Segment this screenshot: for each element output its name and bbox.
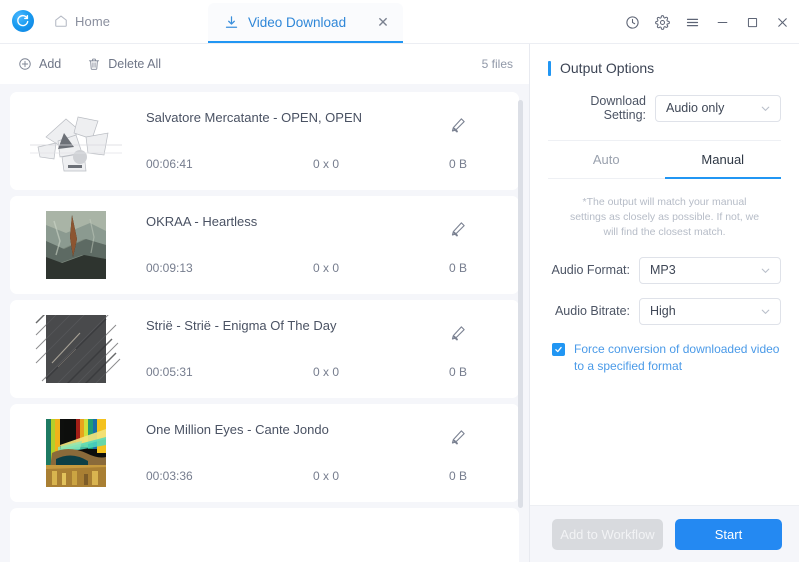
item-duration: 00:05:31 [146,365,193,379]
download-setting-select[interactable]: Audio only [655,94,781,122]
chevron-down-icon [759,102,772,115]
list-item[interactable] [10,508,519,562]
files-count-label: 5 files [481,57,513,71]
tab-video-download[interactable]: Video Download ✕ [208,3,403,43]
download-setting-label: Download Setting: [590,94,646,122]
history-icon[interactable] [624,14,640,30]
list-scrollbar-thumb[interactable] [518,100,523,508]
force-conversion-checkbox[interactable] [552,342,565,356]
list-item[interactable]: One Million Eyes - Cante Jondo 00:03:36 … [10,404,519,502]
audio-bitrate-label: Audio Bitrate: [554,304,630,319]
file-list: Salvatore Mercatante - OPEN, OPEN 00:06:… [10,92,519,562]
item-size: 0 B [449,469,468,483]
app-window: Home Video Download ✕ Add Delete All 5 f… [0,0,799,562]
start-button[interactable]: Start [675,518,782,550]
file-list-panel: Add Delete All 5 files Salvatore Mercata… [0,44,530,562]
item-size: 0 B [449,157,468,171]
action-bar: Add to Workflow Start [530,505,799,562]
force-conversion-row[interactable]: Force conversion of downloaded video to … [548,341,781,376]
download-icon [224,15,239,30]
audio-bitrate-row: Audio Bitrate: High [548,297,781,325]
home-icon [54,14,68,28]
mode-tabs: Auto Manual [548,141,781,179]
add-button[interactable]: Add [18,57,61,71]
plus-circle-icon [18,57,32,71]
title-bar-left: Home [0,0,116,43]
edit-icon[interactable] [449,428,467,446]
list-item[interactable]: OKRAA - Heartless 00:09:13 0 x 0 0 B [10,196,519,294]
chevron-down-icon [759,305,772,318]
list-toolbar: Add Delete All 5 files [0,44,529,84]
item-size: 0 B [449,261,468,275]
download-setting-value: Audio only [666,101,725,115]
item-meta: 00:05:31 0 x 0 0 B [146,365,505,379]
thumbnail-dark-gray-diagonal-texture [28,315,124,383]
item-resolution: 0 x 0 [313,365,340,379]
minimize-button[interactable] [714,14,730,30]
item-meta: 00:03:36 0 x 0 0 B [146,469,505,483]
title-bar: Home Video Download ✕ [0,0,799,44]
edit-icon[interactable] [449,220,467,238]
item-meta: 00:09:13 0 x 0 0 B [146,261,505,275]
item-duration: 00:03:36 [146,469,193,483]
audio-format-label: Audio Format: [551,263,630,278]
list-item[interactable]: Strië - Strië - Enigma Of The Day 00:05:… [10,300,519,398]
menu-icon[interactable] [684,14,700,30]
audio-bitrate-select[interactable]: High [639,297,781,325]
tab-auto[interactable]: Auto [548,141,665,179]
output-options-panel: Output Options Download Setting: Audio o… [530,44,799,562]
item-resolution: 0 x 0 [313,261,340,275]
edit-icon[interactable] [449,324,467,342]
tab-manual[interactable]: Manual [664,141,781,179]
manual-mode-note: *The output will match your manual setti… [569,196,760,239]
panel-title-text: Output Options [560,60,655,76]
thumbnail-colorful-prism-light-leak [28,419,124,487]
delete-all-button[interactable]: Delete All [87,57,161,71]
list-item[interactable]: Salvatore Mercatante - OPEN, OPEN 00:06:… [10,92,519,190]
audio-bitrate-value: High [650,304,676,319]
output-options-content: Output Options Download Setting: Audio o… [530,44,799,505]
tab-strip: Video Download ✕ [208,3,403,43]
close-button[interactable] [774,14,790,30]
item-meta: 00:06:41 0 x 0 0 B [146,157,505,171]
add-label: Add [39,57,62,71]
item-duration: 00:09:13 [146,261,193,275]
home-tab[interactable]: Home [48,10,116,33]
home-label: Home [75,13,111,29]
tab-label: Video Download [248,14,347,30]
accent-bar [548,60,551,76]
download-setting-row: Download Setting: Audio only [548,94,781,122]
maximize-button[interactable] [744,14,760,30]
window-controls [624,0,790,44]
chevron-down-icon [759,264,772,277]
tab-close-icon[interactable]: ✕ [377,15,389,29]
item-resolution: 0 x 0 [313,157,340,171]
panel-title: Output Options [548,60,781,76]
thumbnail-abstract-white-geometric [28,107,124,175]
trash-icon [87,57,101,71]
item-duration: 00:06:41 [146,157,193,171]
list-scrollbar-track[interactable] [518,92,526,562]
file-list-scroll-area[interactable]: Salvatore Mercatante - OPEN, OPEN 00:06:… [0,84,529,562]
force-conversion-label[interactable]: Force conversion of downloaded video to … [574,341,781,376]
gear-icon[interactable] [654,14,670,30]
item-resolution: 0 x 0 [313,469,340,483]
add-to-workflow-button[interactable]: Add to Workflow [552,518,663,550]
main-body: Add Delete All 5 files Salvatore Mercata… [0,44,799,562]
item-size: 0 B [449,365,468,379]
audio-format-row: Audio Format: MP3 [548,256,781,284]
delete-all-label: Delete All [108,57,162,71]
app-logo-icon [12,10,34,32]
edit-icon[interactable] [449,116,467,134]
audio-format-value: MP3 [650,263,676,278]
thumbnail-green-gray-rock-texture [28,211,124,279]
audio-format-select[interactable]: MP3 [639,256,781,284]
